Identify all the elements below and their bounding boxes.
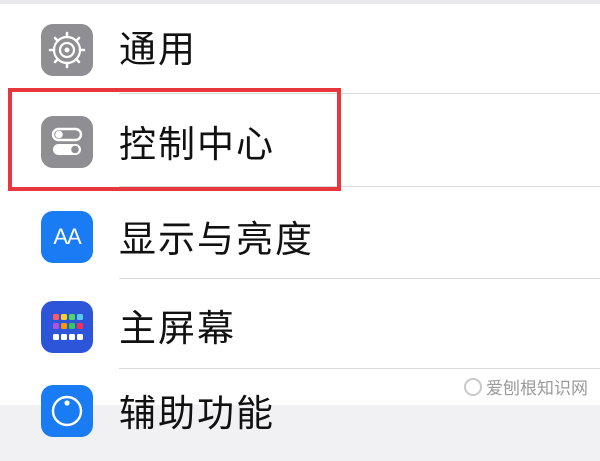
settings-row-label: 显示与亮度 [119, 218, 314, 261]
watermark-logo-icon [464, 377, 482, 396]
settings-row-control-center[interactable]: 控制中心 [0, 94, 600, 187]
settings-list: 通用 控制中心 AA 显示与亮度 主屏幕 辅助功能 爱刨根知识网 [0, 0, 600, 437]
settings-row-general[interactable]: 通用 [0, 4, 600, 94]
settings-row-display-brightness[interactable]: AA 显示与亮度 [0, 188, 600, 279]
row-divider [119, 368, 600, 369]
gear-icon [41, 24, 93, 76]
watermark-text: 爱刨根知识网 [486, 379, 588, 399]
home-screen-icon [41, 301, 93, 353]
row-divider [119, 186, 600, 187]
toggles-icon [41, 116, 93, 168]
settings-row-label: 通用 [119, 28, 197, 71]
accessibility-icon [41, 385, 93, 437]
settings-row-label: 辅助功能 [119, 392, 275, 435]
settings-row-label: 主屏幕 [119, 307, 236, 350]
text-size-icon: AA [41, 211, 93, 263]
watermark: 爱刨根知识网 [464, 374, 588, 399]
settings-row-home-screen[interactable]: 主屏幕 [0, 279, 600, 369]
text-size-icon-glyph: AA [53, 224, 81, 249]
settings-row-label: 控制中心 [119, 123, 275, 166]
